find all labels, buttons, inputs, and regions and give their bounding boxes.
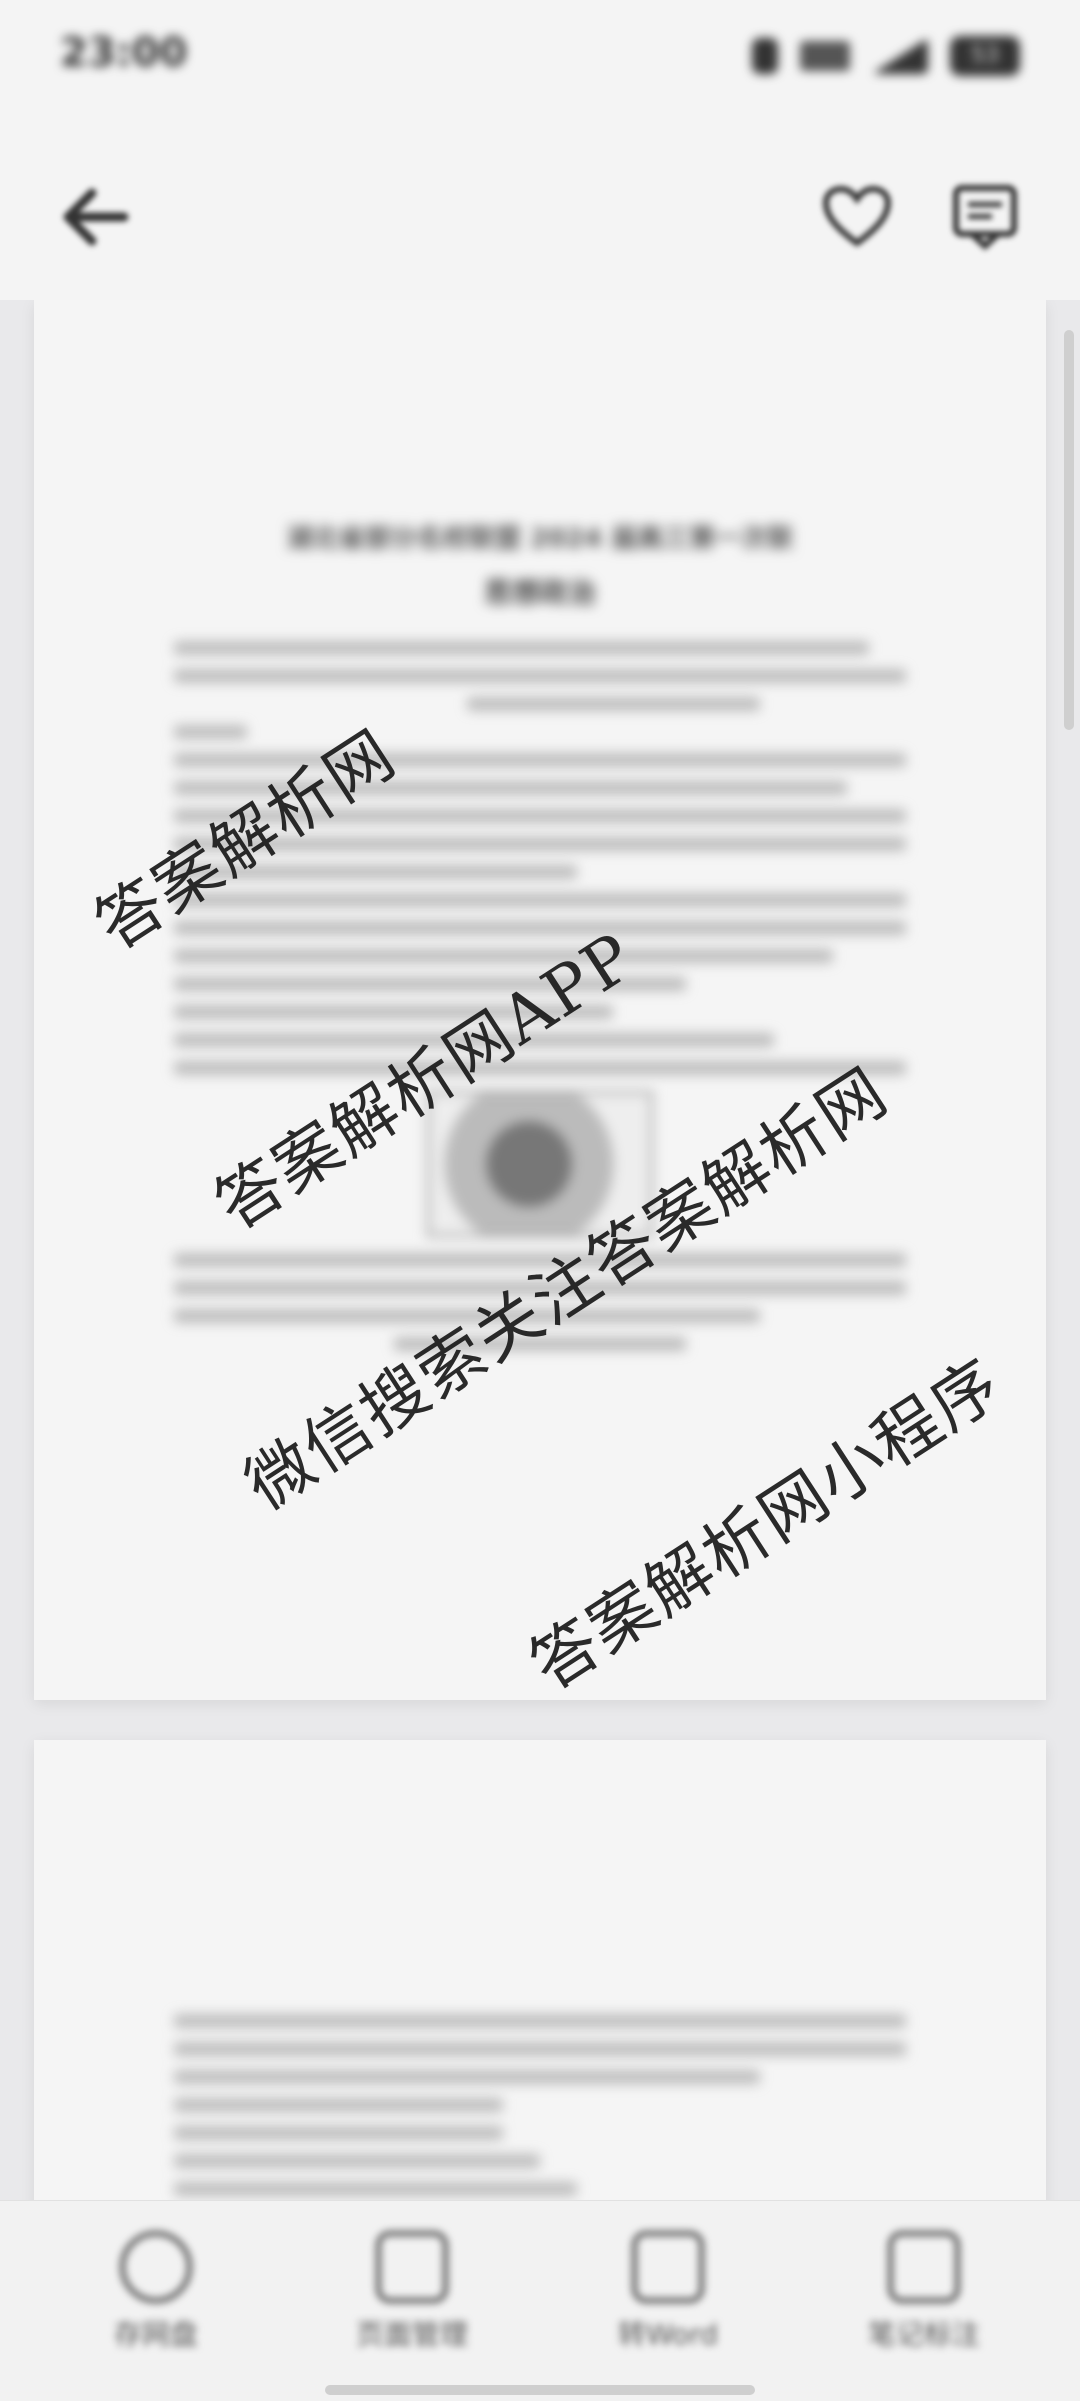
- document-subtitle: 思想政治: [483, 576, 596, 609]
- comment-icon: [953, 185, 1017, 251]
- text-line: [174, 2154, 540, 2168]
- status-time: 23:00: [60, 30, 188, 76]
- text-line: [174, 2070, 760, 2084]
- top-toolbar: [0, 120, 1080, 300]
- page-manage-icon: [376, 2231, 448, 2303]
- text-line: [174, 2014, 906, 2028]
- bottom-item-label: 页面管理: [355, 2318, 468, 2351]
- home-indicator[interactable]: [325, 2385, 755, 2395]
- heart-icon: [822, 185, 892, 247]
- convert-word-button[interactable]: 转Word: [568, 2231, 768, 2381]
- bottom-item-label: 存网盘: [113, 2318, 198, 2351]
- page-content: 湖北省部分名校联盟 2024 届高三第一次联 思想政治: [174, 500, 906, 1365]
- text-line: [174, 893, 906, 907]
- comment-button[interactable]: [940, 172, 1030, 262]
- convert-icon: [632, 2231, 704, 2303]
- favorite-button[interactable]: [812, 172, 902, 262]
- cloud-icon: [120, 2231, 192, 2303]
- text-line: [174, 921, 906, 935]
- bottom-item-label: 转Word: [618, 2318, 718, 2351]
- text-line: [174, 2042, 906, 2056]
- page-content: [174, 2000, 906, 2200]
- document-title: 湖北省部分名校联盟 2024 届高三第一次联: [286, 524, 794, 554]
- bottom-item-label: 笔记标注: [867, 2318, 980, 2351]
- status-bar: 23:00 53: [0, 0, 1080, 120]
- lock-icon: [752, 38, 778, 74]
- scrollbar[interactable]: [1064, 330, 1074, 730]
- note-annotate-button[interactable]: 笔记标注: [824, 2231, 1024, 2381]
- text-line: [174, 2182, 577, 2196]
- bottom-action-bar: 存网盘 页面管理 转Word 笔记标注: [0, 2200, 1080, 2401]
- network-speed-icon: [800, 41, 850, 71]
- arrow-left-icon: [63, 188, 129, 246]
- text-line: [174, 725, 248, 739]
- save-to-cloud-button[interactable]: 存网盘: [56, 2231, 256, 2381]
- status-icons: 53: [752, 34, 1020, 78]
- edit-icon: [888, 2231, 960, 2303]
- document-page: [34, 1740, 1046, 2200]
- text-line: [174, 669, 906, 683]
- page-manage-button[interactable]: 页面管理: [312, 2231, 512, 2381]
- text-line: [174, 2098, 504, 2112]
- text-line: [174, 949, 833, 963]
- text-line: [466, 697, 760, 711]
- back-button[interactable]: [50, 172, 140, 262]
- text-line: [174, 641, 870, 655]
- text-line: [174, 1061, 906, 1075]
- signal-icon: [872, 38, 928, 74]
- text-line: [174, 2126, 504, 2140]
- battery-icon: 53: [950, 36, 1020, 76]
